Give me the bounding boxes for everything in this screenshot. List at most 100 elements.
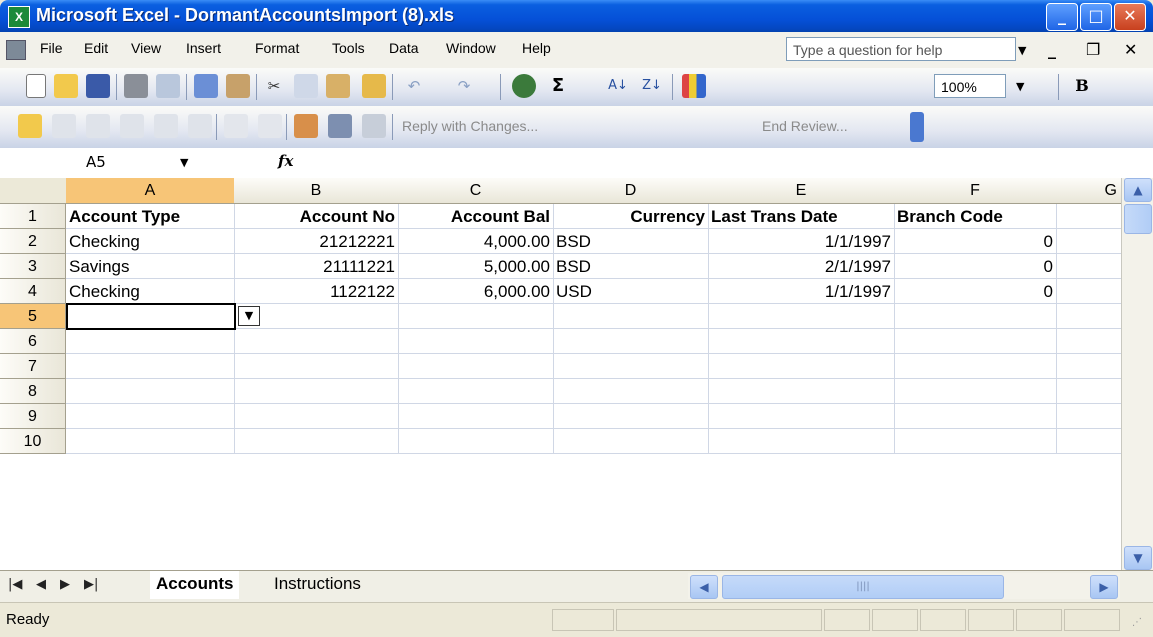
spelling-icon[interactable] <box>194 74 218 98</box>
sort-ascending-icon[interactable]: A↓ <box>606 74 630 98</box>
cell-b7[interactable] <box>234 354 399 379</box>
previous-sheet-icon[interactable]: ◀ <box>36 577 46 592</box>
cell-g4[interactable] <box>1056 279 1122 304</box>
cell-e10[interactable] <box>708 429 895 454</box>
cell-b6[interactable] <box>234 329 399 354</box>
chart-wizard-icon[interactable] <box>682 74 706 98</box>
row-header-8[interactable]: 8 <box>0 379 66 404</box>
zoom-dropdown-icon[interactable]: ▼ <box>1016 80 1024 93</box>
menu-format[interactable]: Format <box>255 40 299 56</box>
cell-f6[interactable] <box>894 329 1057 354</box>
chevron-down-icon[interactable]: ▼ <box>1018 44 1026 57</box>
cell-d6[interactable] <box>553 329 709 354</box>
cell-c2[interactable]: 4,000.00 <box>398 229 554 254</box>
cell-a3[interactable]: Savings <box>66 254 235 279</box>
cell-e5[interactable] <box>708 304 895 329</box>
cell-d5[interactable] <box>553 304 709 329</box>
cell-g7[interactable] <box>1056 354 1122 379</box>
scroll-left-icon[interactable]: ◀ <box>690 575 718 599</box>
vertical-scroll-thumb[interactable] <box>1124 204 1152 234</box>
copy-icon[interactable] <box>294 74 318 98</box>
menu-tools[interactable]: Tools <box>332 40 365 56</box>
undo-icon[interactable]: ↶ <box>402 74 426 98</box>
cell-b1[interactable]: Account No <box>234 204 399 229</box>
redo-icon[interactable]: ↷ <box>452 74 476 98</box>
cell-d10[interactable] <box>553 429 709 454</box>
cell-f8[interactable] <box>894 379 1057 404</box>
chevron-down-icon[interactable]: ▼ <box>180 151 188 175</box>
row-header-7[interactable]: 7 <box>0 354 66 379</box>
next-sheet-icon[interactable]: ▶ <box>60 577 70 592</box>
send-review-icon[interactable] <box>362 114 386 138</box>
excel-icon[interactable]: X <box>8 6 30 28</box>
column-header-b[interactable]: B <box>234 178 399 204</box>
column-header-e[interactable]: E <box>708 178 895 204</box>
cell-c8[interactable] <box>398 379 554 404</box>
cell-e8[interactable] <box>708 379 895 404</box>
delete-ink-icon[interactable] <box>258 114 282 138</box>
menu-window[interactable]: Window <box>446 40 496 56</box>
next-comment-icon[interactable] <box>86 114 110 138</box>
cell-f4[interactable]: 0 <box>894 279 1057 304</box>
show-comment-icon[interactable] <box>120 114 144 138</box>
column-header-g[interactable]: G <box>1056 178 1122 204</box>
show-all-comments-icon[interactable] <box>154 114 178 138</box>
cell-c3[interactable]: 5,000.00 <box>398 254 554 279</box>
first-sheet-icon[interactable]: |◀ <box>8 577 22 592</box>
row-header-2[interactable]: 2 <box>0 229 66 254</box>
cell-g8[interactable] <box>1056 379 1122 404</box>
row-header-1[interactable]: 1 <box>0 204 66 229</box>
zoom-select[interactable]: 100% <box>934 74 1006 98</box>
cell-b8[interactable] <box>234 379 399 404</box>
cell-a4[interactable]: Checking <box>66 279 235 304</box>
last-sheet-icon[interactable]: ▶| <box>84 577 98 592</box>
cell-g10[interactable] <box>1056 429 1122 454</box>
reply-with-changes-button[interactable]: Reply with Changes... <box>402 118 538 134</box>
cell-a2[interactable]: Checking <box>66 229 235 254</box>
menu-view[interactable]: View <box>131 40 161 56</box>
previous-comment-icon[interactable] <box>52 114 76 138</box>
column-header-a[interactable]: A <box>66 178 235 204</box>
cell-e9[interactable] <box>708 404 895 429</box>
row-header-6[interactable]: 6 <box>0 329 66 354</box>
cell-d9[interactable] <box>553 404 709 429</box>
cell-e7[interactable] <box>708 354 895 379</box>
doc-close-icon[interactable]: ✕ <box>1124 40 1137 59</box>
sort-descending-icon[interactable]: Z↓ <box>640 74 664 98</box>
cell-d4[interactable]: USD <box>553 279 709 304</box>
horizontal-scrollbar[interactable]: ◀ |||| ▶ <box>688 573 1120 599</box>
cell-b3[interactable]: 21111221 <box>234 254 399 279</box>
save-icon[interactable] <box>86 74 110 98</box>
cell-c10[interactable] <box>398 429 554 454</box>
cell-a6[interactable] <box>66 329 235 354</box>
resize-grip-icon[interactable]: ⋰ <box>1132 617 1142 628</box>
doc-restore-icon[interactable]: ❐ <box>1086 40 1100 59</box>
row-header-3[interactable]: 3 <box>0 254 66 279</box>
cell-d2[interactable]: BSD <box>553 229 709 254</box>
bold-button[interactable]: B <box>1070 74 1094 98</box>
scroll-up-icon[interactable]: ▲ <box>1124 178 1152 202</box>
sheet-tab-instructions[interactable]: Instructions <box>268 571 367 599</box>
hyperlink-icon[interactable] <box>512 74 536 98</box>
row-header-5[interactable]: 5 <box>0 304 66 329</box>
cell-a10[interactable] <box>66 429 235 454</box>
cell-c1[interactable]: Account Bal <box>398 204 554 229</box>
end-review-button[interactable]: End Review... <box>762 118 848 134</box>
cell-d1[interactable]: Currency <box>553 204 709 229</box>
menu-edit[interactable]: Edit <box>84 40 108 56</box>
research-icon[interactable] <box>226 74 250 98</box>
cell-g1[interactable] <box>1056 204 1122 229</box>
cell-e1[interactable]: Last Trans Date <box>708 204 895 229</box>
sheet-tab-accounts[interactable]: Accounts <box>150 571 240 599</box>
toolbar-options-icon[interactable] <box>910 112 924 142</box>
print-preview-icon[interactable] <box>156 74 180 98</box>
paste-icon[interactable] <box>326 74 350 98</box>
cell-f7[interactable] <box>894 354 1057 379</box>
menu-insert[interactable]: Insert <box>186 40 221 56</box>
cell-d3[interactable]: BSD <box>553 254 709 279</box>
insert-function-button[interactable]: fx <box>278 152 293 170</box>
delete-comment-icon[interactable] <box>188 114 212 138</box>
cell-c6[interactable] <box>398 329 554 354</box>
cell-a9[interactable] <box>66 404 235 429</box>
autosum-icon[interactable]: Σ <box>546 74 570 98</box>
